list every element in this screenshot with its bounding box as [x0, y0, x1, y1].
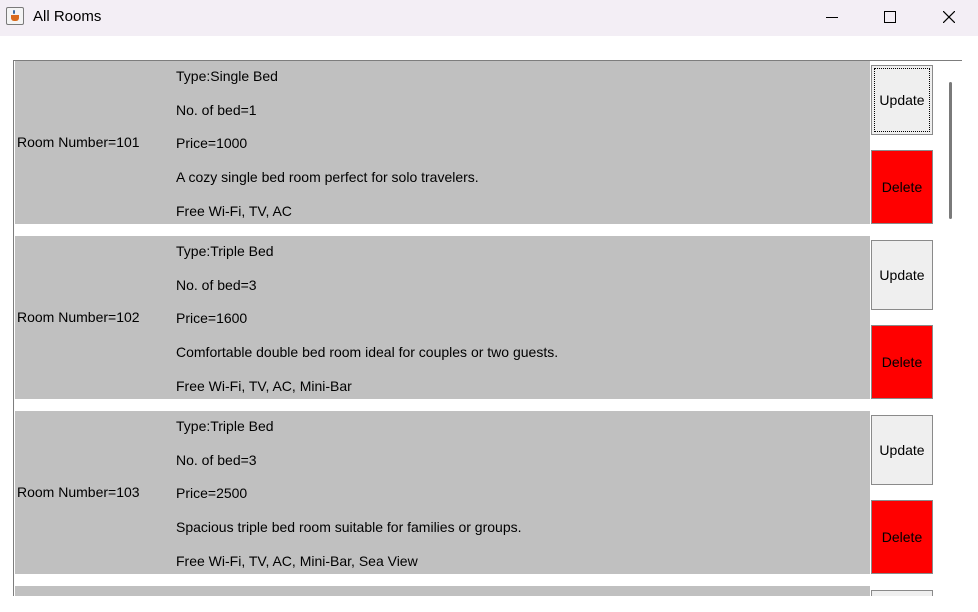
- maximize-button[interactable]: [861, 0, 919, 36]
- room-row: Room Number=103 Type:Triple Bed No. of b…: [15, 411, 938, 574]
- room-amenities: Free Wi-Fi, TV, AC, Mini-Bar, Sea View: [176, 553, 418, 569]
- minimize-icon: [826, 17, 838, 18]
- room-bed-count: No. of bed=3: [176, 452, 257, 468]
- room-description: A cozy single bed room perfect for solo …: [176, 169, 479, 185]
- room-bed-count: No. of bed=3: [176, 277, 257, 293]
- scrollbar-thumb[interactable]: [949, 82, 952, 219]
- room-number-label: Room Number=101: [17, 134, 140, 150]
- window-title: All Rooms: [33, 8, 102, 25]
- room-row-background: [15, 411, 870, 574]
- room-type: Type:Triple Bed: [176, 243, 274, 259]
- room-type: Type:Single Bed: [176, 68, 278, 84]
- room-row: [15, 586, 938, 596]
- room-row: Room Number=101 Type:Single Bed No. of b…: [15, 61, 938, 224]
- delete-button[interactable]: Delete: [871, 150, 933, 224]
- delete-button[interactable]: Delete: [871, 325, 933, 399]
- minimize-button[interactable]: [803, 0, 861, 36]
- title-bar: All Rooms: [0, 0, 978, 36]
- room-type: Type:Triple Bed: [176, 418, 274, 434]
- rooms-scroll-pane[interactable]: Room Number=101 Type:Single Bed No. of b…: [13, 60, 962, 596]
- room-description: Spacious triple bed room suitable for fa…: [176, 519, 522, 535]
- room-bed-count: No. of bed=1: [176, 102, 257, 118]
- room-price: Price=1600: [176, 310, 248, 326]
- room-row-background: [15, 61, 870, 224]
- vertical-scrollbar[interactable]: [938, 61, 962, 596]
- maximize-icon: [884, 11, 896, 23]
- update-button[interactable]: Update: [871, 65, 933, 135]
- update-button[interactable]: [871, 590, 933, 596]
- update-button[interactable]: Update: [871, 240, 933, 310]
- room-row-background: [15, 586, 870, 596]
- close-button[interactable]: [920, 0, 978, 36]
- room-amenities: Free Wi-Fi, TV, AC, Mini-Bar: [176, 378, 352, 394]
- room-price: Price=1000: [176, 135, 248, 151]
- close-icon: [943, 11, 955, 23]
- java-app-icon: [6, 7, 24, 25]
- delete-button[interactable]: Delete: [871, 500, 933, 574]
- room-amenities: Free Wi-Fi, TV, AC: [176, 203, 292, 219]
- room-price: Price=2500: [176, 485, 248, 501]
- room-row-background: [15, 236, 870, 399]
- room-number-label: Room Number=102: [17, 309, 140, 325]
- room-number-label: Room Number=103: [17, 484, 140, 500]
- room-row: Room Number=102 Type:Triple Bed No. of b…: [15, 236, 938, 399]
- room-description: Comfortable double bed room ideal for co…: [176, 344, 559, 360]
- update-button[interactable]: Update: [871, 415, 933, 485]
